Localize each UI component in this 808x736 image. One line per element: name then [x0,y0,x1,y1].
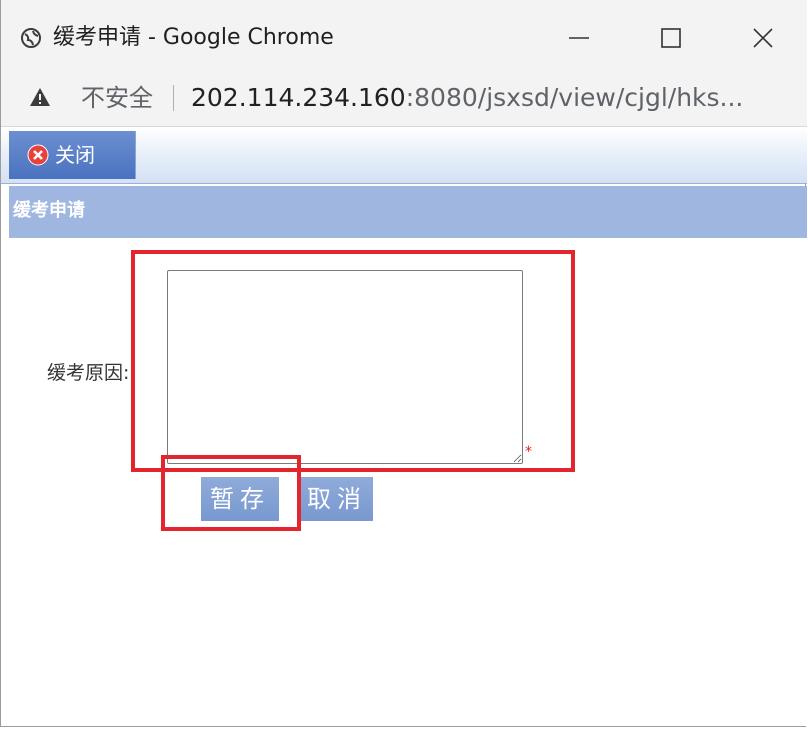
save-button[interactable]: 暂存 [201,477,279,521]
url-text[interactable]: 202.114.234.160:8080/jsxsd/view/cjgl/hks… [191,83,743,113]
address-divider [173,85,174,111]
close-page-button[interactable]: 关闭 [9,131,136,179]
browser-window: 缓考申请 - Google Chrome 不安全 202.114.234.160… [0,0,807,727]
window-close-button[interactable] [733,16,793,60]
close-page-label: 关闭 [55,143,95,167]
reason-label: 缓考原因: [47,362,130,384]
required-mark: * [525,444,532,460]
close-circle-icon [27,144,49,166]
cancel-button[interactable]: 取消 [301,477,373,521]
maximize-icon [661,28,681,48]
section-header: 缓考申请 [9,186,807,238]
page-toolbar: 关闭 [1,127,807,184]
minimize-button[interactable] [549,16,609,60]
close-icon [753,28,773,48]
address-bar[interactable]: 不安全 202.114.234.160:8080/jsxsd/view/cjgl… [1,70,807,127]
url-host: 202.114.234.160 [191,83,406,112]
bottom-edge [0,727,808,736]
warning-icon[interactable] [29,87,51,107]
minimize-icon [569,37,589,39]
section-title: 缓考申请 [13,200,85,221]
globe-icon [21,28,41,48]
security-label[interactable]: 不安全 [81,83,153,113]
maximize-button[interactable] [641,16,701,60]
title-bar: 缓考申请 - Google Chrome [1,0,807,70]
url-path: :8080/jsxsd/view/cjgl/hks... [405,83,744,112]
window-title: 缓考申请 - Google Chrome [53,25,334,50]
reason-textarea[interactable] [167,270,523,464]
